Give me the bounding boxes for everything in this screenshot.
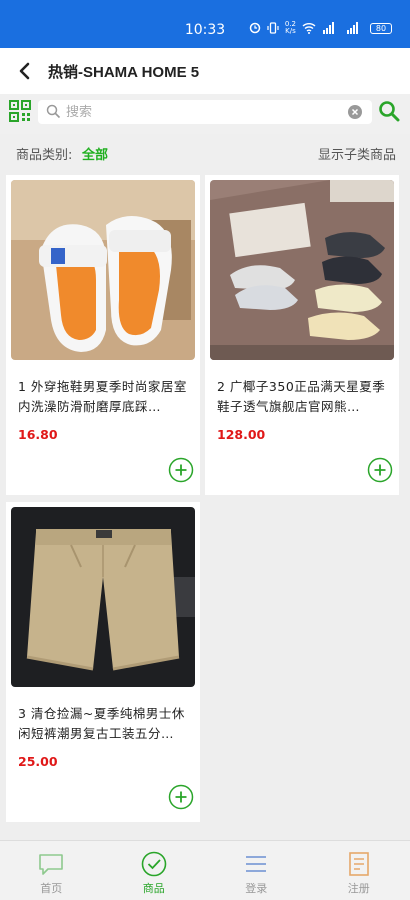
clear-icon[interactable] <box>348 105 362 119</box>
tab-home[interactable]: 首页 <box>0 841 103 900</box>
orange-slipper-photo <box>11 180 195 360</box>
title-bar: 热销-SHAMA HOME 5 <box>0 48 410 94</box>
add-to-cart-icon[interactable] <box>168 784 194 810</box>
tab-products[interactable]: 商品 <box>103 841 206 900</box>
product-price: 25.00 <box>18 754 58 769</box>
tab-login[interactable]: 登录 <box>205 841 308 900</box>
category-value[interactable]: 全部 <box>82 144 108 163</box>
search-input[interactable] <box>66 100 336 124</box>
battery-icon: 80 <box>370 22 392 34</box>
product-name[interactable]: 3 清仓捡漏~夏季纯棉男士休闲短裤潮男复古工装五分… <box>18 704 190 744</box>
search-icon <box>46 104 61 119</box>
product-card[interactable]: 2 广椰子350正品满天星夏季鞋子透气旗舰店官网熊… 128.00 <box>205 175 399 495</box>
status-bar: 10:33 0.2 K/s 80 <box>0 0 410 48</box>
chat-home-icon <box>39 854 64 875</box>
search-field[interactable] <box>38 100 372 124</box>
product-price: 128.00 <box>217 427 266 442</box>
tab-register[interactable]: 注册 <box>308 841 410 900</box>
tab-login-label: 登录 <box>245 882 268 895</box>
vibrate-icon <box>267 22 279 34</box>
tab-register-label: 注册 <box>347 882 370 895</box>
product-price: 16.80 <box>18 427 58 442</box>
show-subcategory-toggle[interactable]: 显示子类商品 <box>318 144 396 163</box>
product-name[interactable]: 2 广椰子350正品满天星夏季鞋子透气旗舰店官网熊… <box>217 377 389 417</box>
add-to-cart-icon[interactable] <box>367 457 393 483</box>
bottom-tab-bar: 首页 商品 登录 注册 <box>0 840 410 900</box>
back-arrow-icon[interactable] <box>14 60 36 82</box>
product-name[interactable]: 1 外穿拖鞋男夏季时尚家居室内洗澡防滑耐磨厚底踩… <box>18 377 190 417</box>
sneakers-box-photo <box>210 180 394 360</box>
net-speed: 0.2 K/s <box>284 20 296 35</box>
status-icons: 0.2 K/s 80 <box>249 21 392 35</box>
menu-lines-icon <box>246 856 267 872</box>
signal-icon <box>323 22 334 34</box>
search-bar <box>0 94 410 134</box>
add-to-cart-icon[interactable] <box>168 457 194 483</box>
product-card[interactable]: 3 清仓捡漏~夏季纯棉男士休闲短裤潮男复古工装五分… 25.00 <box>6 502 200 822</box>
page-title: 热销-SHAMA HOME 5 <box>48 64 200 81</box>
category-label: 商品类别: <box>16 148 73 163</box>
check-circle-icon <box>141 851 167 877</box>
qr-scan-icon[interactable] <box>9 100 31 122</box>
category-filter-bar: 商品类别: 全部 显示子类商品 <box>0 134 410 170</box>
alarm-icon <box>249 22 261 34</box>
khaki-shorts-photo <box>11 507 195 687</box>
tab-home-label: 首页 <box>40 882 63 895</box>
product-card[interactable]: 1 外穿拖鞋男夏季时尚家居室内洗澡防滑耐磨厚底踩… 16.80 <box>6 175 200 495</box>
tab-products-label: 商品 <box>142 882 165 895</box>
search-button-icon[interactable] <box>378 100 400 122</box>
wifi-icon <box>302 23 316 34</box>
signal-icon-2 <box>347 22 358 34</box>
document-icon <box>348 852 369 876</box>
